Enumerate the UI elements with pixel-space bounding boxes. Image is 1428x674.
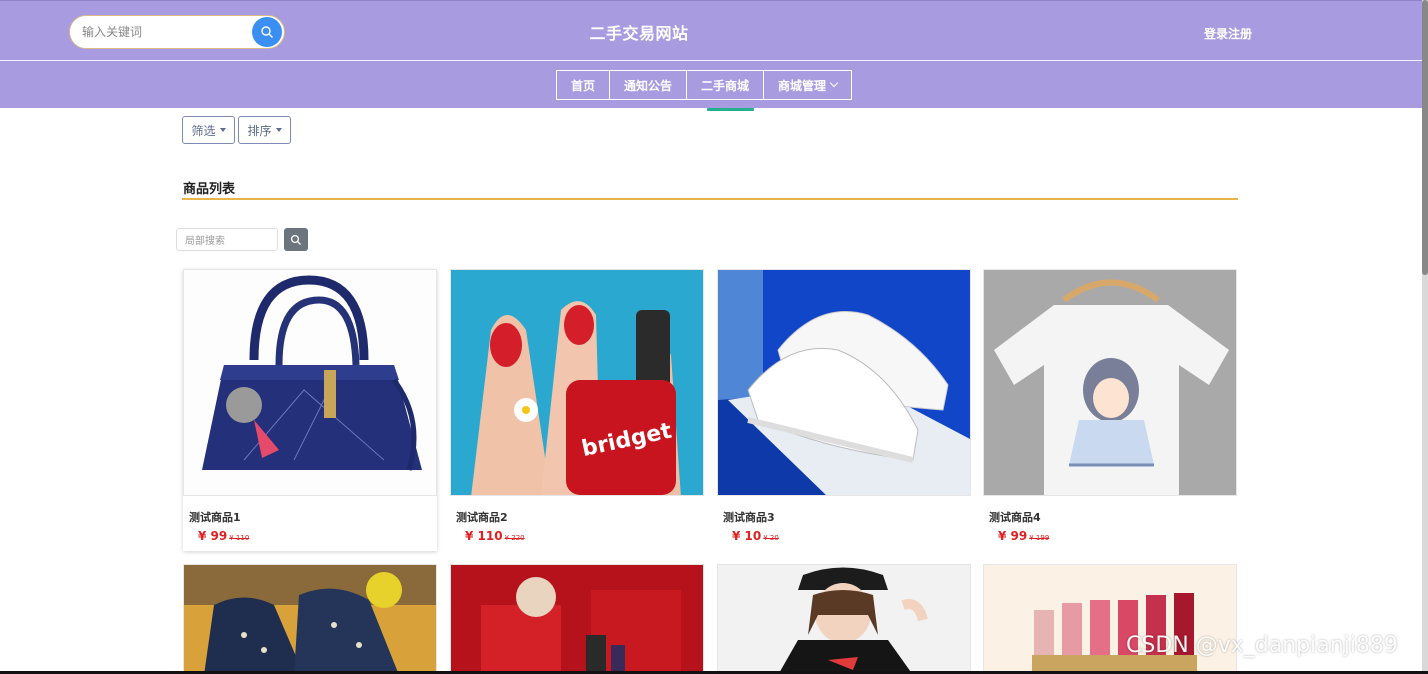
product-name[interactable]: 测试商品4 <box>989 509 1041 525</box>
product-original-price: ¥ 220 <box>504 534 525 542</box>
sort-label: 排序 <box>247 123 272 138</box>
product-card[interactable] <box>183 564 437 674</box>
main-nav: 首页 通知公告 二手商城 商城管理 <box>556 70 853 100</box>
product-image-handbag[interactable] <box>183 269 437 496</box>
filter-dropdown[interactable]: 筛选 <box>182 116 235 144</box>
product-image-sneakers[interactable] <box>717 269 971 496</box>
nav-item-mall-admin[interactable]: 商城管理 <box>764 71 851 99</box>
section-underline <box>182 198 1238 200</box>
product-image-girl-in-cap[interactable] <box>717 564 971 674</box>
product-price: ¥ 110 ¥ 220 <box>465 529 525 543</box>
site-title: 二手交易网站 <box>589 24 689 43</box>
product-name[interactable]: 测试商品1 <box>189 509 241 525</box>
product-original-price: ¥ 20 <box>763 534 779 542</box>
product-price-value: ¥ 99 <box>998 529 1028 543</box>
product-card[interactable]: 测试商品3 ¥ 10 ¥ 20 <box>717 269 971 551</box>
product-image-nail-polish[interactable]: bridget <box>450 269 704 496</box>
product-price: ¥ 99 ¥ 199 <box>998 529 1049 543</box>
scrollbar-thumb[interactable] <box>1422 0 1428 275</box>
product-card[interactable] <box>450 564 704 674</box>
product-price: ¥ 99 ¥ 110 <box>198 529 249 543</box>
local-search-input[interactable] <box>177 231 277 252</box>
product-original-price: ¥ 110 <box>229 534 250 542</box>
nav-item-label: 商城管理 <box>778 78 827 93</box>
product-card[interactable]: bridget 测试商品2 ¥ 110 ¥ 220 <box>450 269 704 551</box>
nav-item-home[interactable]: 首页 <box>557 71 611 99</box>
section-title: 商品列表 <box>183 182 236 197</box>
csdn-watermark: CSDN @vx_danpianji889 <box>1126 633 1398 658</box>
product-card[interactable] <box>717 564 971 674</box>
filter-label: 筛选 <box>191 123 216 138</box>
sort-dropdown[interactable]: 排序 <box>238 116 291 144</box>
product-card[interactable]: 测试商品4 ¥ 99 ¥ 199 <box>983 269 1237 551</box>
nav-item-label: 通知公告 <box>624 78 673 93</box>
top-header: 二手交易网站 登录注册 首页 通知公告 二手商城 商城管理 <box>0 0 1428 108</box>
product-name[interactable]: 测试商品3 <box>723 509 775 525</box>
search-icon <box>290 234 301 245</box>
local-search-button[interactable] <box>284 228 308 251</box>
product-price-value: ¥ 110 <box>465 529 503 543</box>
product-image-tshirt[interactable] <box>983 269 1237 496</box>
nav-item-mall[interactable]: 二手商城 <box>687 71 765 99</box>
product-name[interactable]: 测试商品2 <box>456 509 508 525</box>
product-price-value: ¥ 10 <box>732 529 762 543</box>
nav-item-label: 二手商城 <box>701 78 750 93</box>
product-image-high-tops[interactable] <box>183 564 437 674</box>
nav-active-indicator <box>707 108 754 111</box>
product-card[interactable]: 测试商品1 ¥ 99 ¥ 110 <box>183 269 437 551</box>
nav-item-notices[interactable]: 通知公告 <box>610 71 688 99</box>
nav-item-label: 首页 <box>571 78 596 93</box>
caret-down-icon <box>275 128 282 132</box>
product-price: ¥ 10 ¥ 20 <box>732 529 779 543</box>
login-register-link[interactable]: 登录注册 <box>1204 25 1252 42</box>
product-original-price: ¥ 199 <box>1029 534 1050 542</box>
product-image-gift-box[interactable] <box>450 564 704 674</box>
header-divider <box>0 60 1422 61</box>
page-scrollbar[interactable] <box>1422 0 1428 674</box>
caret-down-icon <box>219 128 226 132</box>
chevron-down-icon <box>829 78 839 88</box>
product-price-value: ¥ 99 <box>198 529 228 543</box>
local-search <box>176 228 278 252</box>
